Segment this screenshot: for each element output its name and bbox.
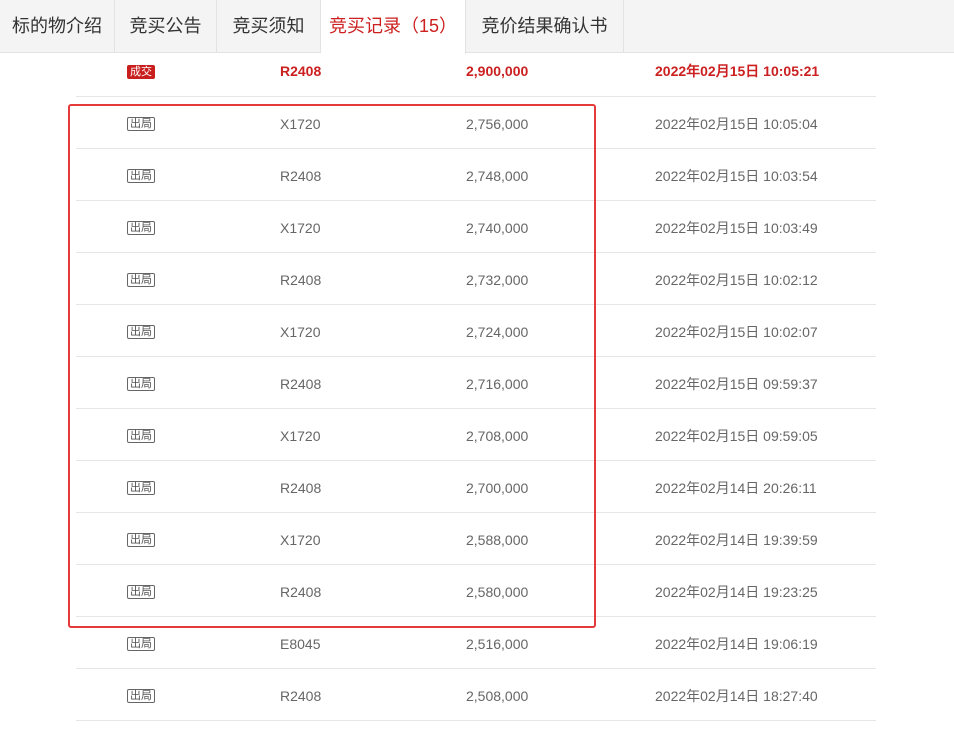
bid-price: 2,740,000 (466, 220, 529, 236)
bid-time: 2022年02月15日 10:03:49 (655, 220, 818, 236)
bid-time: 2022年02月15日 09:59:05 (655, 428, 818, 444)
bid-time: 2022年02月15日 10:03:54 (655, 168, 818, 184)
table-row: 出局 R2408 2,580,000 2022年02月14日 19:23:25 (76, 565, 876, 617)
bid-price: 2,732,000 (466, 272, 529, 288)
status-badge: 出局 (127, 221, 155, 235)
bidder-id: X1720 (280, 428, 321, 444)
bid-price: 2,900,000 (466, 63, 529, 79)
bidder-id: X1720 (280, 532, 321, 548)
table-row: 出局 R2408 2,700,000 2022年02月14日 20:26:11 (76, 461, 876, 513)
bid-price: 2,516,000 (466, 636, 529, 652)
table-row: 出局 R2408 2,508,000 2022年02月14日 18:27:40 (76, 669, 876, 721)
table-row: 出局 X1720 2,588,000 2022年02月14日 19:39:59 (76, 513, 876, 565)
bidder-id: X1720 (280, 324, 321, 340)
bidder-id: R2408 (280, 168, 322, 184)
bid-price: 2,756,000 (466, 116, 529, 132)
bid-time: 2022年02月14日 19:39:59 (655, 532, 818, 548)
bid-records-list: 成交 R2408 2,900,000 2022年02月15日 10:05:21 … (76, 45, 876, 721)
bid-price: 2,700,000 (466, 480, 529, 496)
table-row: 出局 X1720 2,740,000 2022年02月15日 10:03:49 (76, 201, 876, 253)
table-row: 出局 X1720 2,724,000 2022年02月15日 10:02:07 (76, 305, 876, 357)
bid-price: 2,588,000 (466, 532, 529, 548)
bid-time: 2022年02月15日 10:02:07 (655, 324, 818, 340)
bidder-id: R2408 (280, 480, 322, 496)
bid-price: 2,508,000 (466, 688, 529, 704)
bidder-id: X1720 (280, 220, 321, 236)
status-badge: 出局 (127, 273, 155, 287)
bid-price: 2,724,000 (466, 324, 529, 340)
bidder-id: R2408 (280, 376, 322, 392)
status-badge: 出局 (127, 377, 155, 391)
bidder-id: R2408 (280, 63, 322, 79)
bid-price: 2,716,000 (466, 376, 529, 392)
bid-time: 2022年02月15日 10:02:12 (655, 272, 818, 288)
status-badge: 出局 (127, 481, 155, 495)
status-badge: 出局 (127, 117, 155, 131)
bid-time: 2022年02月15日 10:05:21 (655, 63, 820, 79)
bid-time: 2022年02月14日 19:23:25 (655, 584, 818, 600)
bidder-id: R2408 (280, 272, 322, 288)
table-row: 出局 R2408 2,732,000 2022年02月15日 10:02:12 (76, 253, 876, 305)
bid-time: 2022年02月14日 18:27:40 (655, 688, 818, 704)
bid-price: 2,708,000 (466, 428, 529, 444)
bid-time: 2022年02月14日 19:06:19 (655, 636, 818, 652)
status-badge: 成交 (127, 65, 155, 79)
bid-price: 2,580,000 (466, 584, 529, 600)
bid-price: 2,748,000 (466, 168, 529, 184)
status-badge: 出局 (127, 533, 155, 547)
table-row: 出局 E8045 2,516,000 2022年02月14日 19:06:19 (76, 617, 876, 669)
table-row: 出局 X1720 2,708,000 2022年02月15日 09:59:05 (76, 409, 876, 461)
table-row: 出局 X1720 2,756,000 2022年02月15日 10:05:04 (76, 97, 876, 149)
status-badge: 出局 (127, 585, 155, 599)
bid-time: 2022年02月15日 09:59:37 (655, 376, 818, 392)
bidder-id: E8045 (280, 636, 321, 652)
table-row: 出局 R2408 2,716,000 2022年02月15日 09:59:37 (76, 357, 876, 409)
status-badge: 出局 (127, 689, 155, 703)
table-row: 出局 R2408 2,748,000 2022年02月15日 10:03:54 (76, 149, 876, 201)
bid-time: 2022年02月15日 10:05:04 (655, 116, 818, 132)
bid-time: 2022年02月14日 20:26:11 (655, 480, 817, 496)
status-badge: 出局 (127, 325, 155, 339)
bidder-id: X1720 (280, 116, 321, 132)
status-badge: 出局 (127, 429, 155, 443)
status-badge: 出局 (127, 637, 155, 651)
bidder-id: R2408 (280, 584, 322, 600)
status-badge: 出局 (127, 169, 155, 183)
table-row: 成交 R2408 2,900,000 2022年02月15日 10:05:21 (76, 45, 876, 97)
bidder-id: R2408 (280, 688, 322, 704)
